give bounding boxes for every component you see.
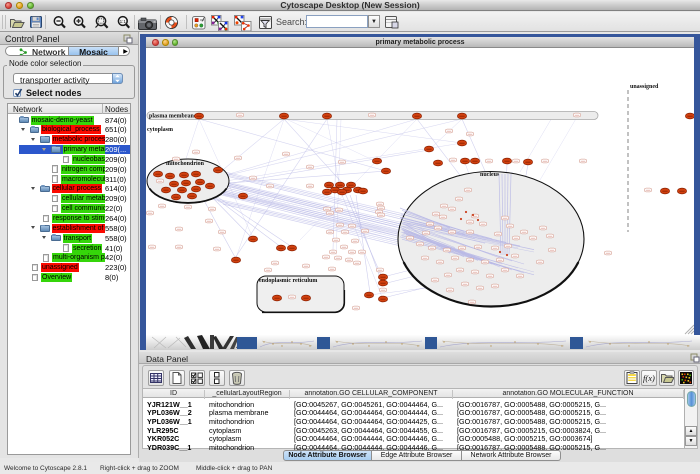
svg-text:unassigned: unassigned bbox=[630, 84, 659, 90]
svg-text:1:1: 1:1 bbox=[120, 19, 127, 24]
svg-text:cytoplasm: cytoplasm bbox=[147, 127, 173, 133]
svg-text:nucleus: nucleus bbox=[480, 172, 500, 178]
svg-text:plasma membrane: plasma membrane bbox=[149, 114, 197, 120]
svg-text:endoplasmic reticulum: endoplasmic reticulum bbox=[259, 278, 317, 284]
svg-text:mitochondrion: mitochondrion bbox=[166, 161, 205, 167]
svg-text:f(x): f(x) bbox=[643, 373, 655, 383]
